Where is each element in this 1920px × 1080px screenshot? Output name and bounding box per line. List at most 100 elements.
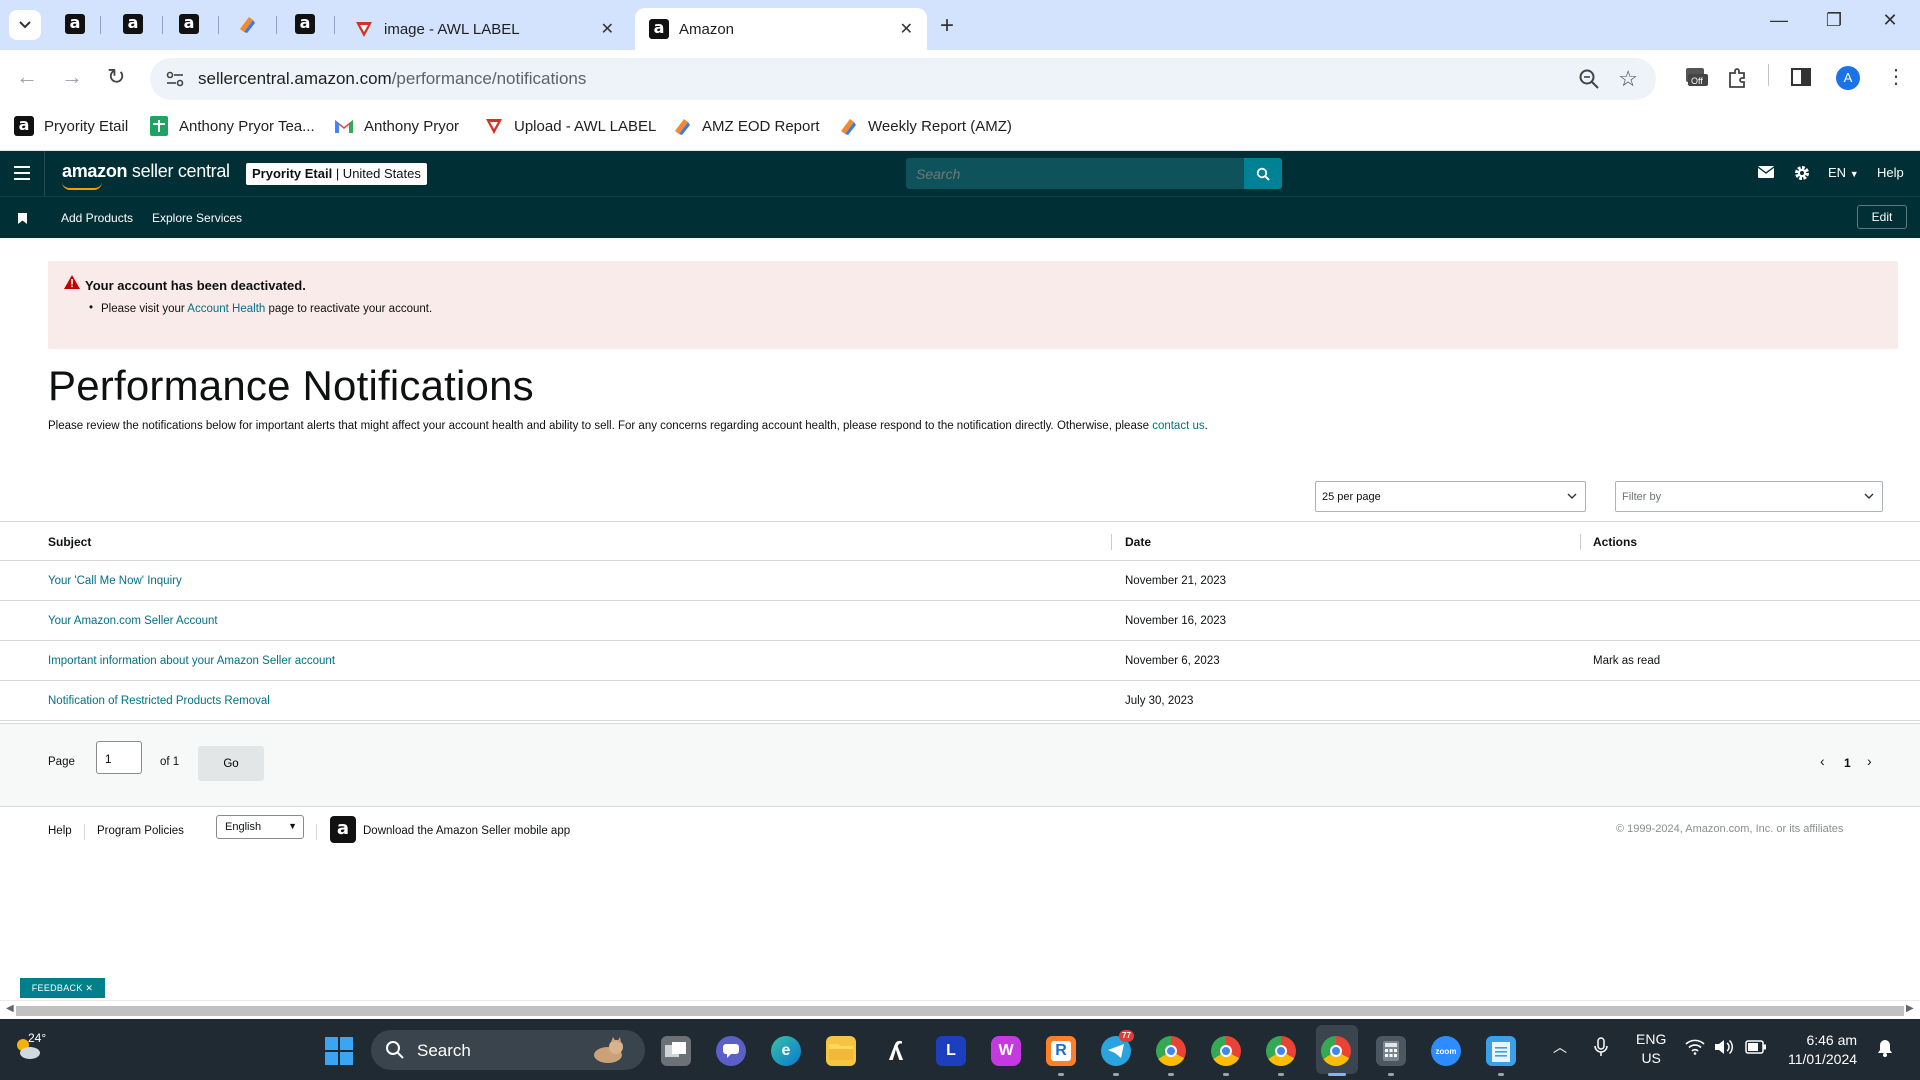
volume-icon[interactable] <box>1714 1039 1734 1058</box>
current-page-number[interactable]: 1 <box>1844 756 1851 770</box>
pinned-tab-report[interactable] <box>235 12 259 36</box>
windows-start-icon[interactable] <box>325 1037 353 1065</box>
taskbar-search[interactable]: Search <box>371 1030 645 1070</box>
scroll-right-icon[interactable]: ▶ <box>1906 1003 1914 1014</box>
show-hidden-icons-icon[interactable]: ︿ <box>1553 1037 1567 1057</box>
running-indicator <box>1388 1073 1394 1076</box>
next-page-icon[interactable]: › <box>1867 753 1872 769</box>
wifi-icon[interactable] <box>1685 1039 1705 1058</box>
profile-avatar[interactable]: A <box>1836 66 1860 90</box>
file-explorer-icon[interactable] <box>826 1036 856 1066</box>
amazon-favicon-icon: a <box>649 19 669 39</box>
bookmarks-bar: a Pryority Etail Anthony Pryor Tea... An… <box>0 108 1920 151</box>
notification-subject-link[interactable]: Your 'Call Me Now' Inquiry <box>48 575 182 587</box>
forward-icon[interactable]: → <box>61 64 83 90</box>
logo-brand: amazon <box>62 161 128 181</box>
header-search-button[interactable] <box>1244 158 1282 189</box>
horizontal-scrollbar[interactable]: ◀ ▶ <box>0 1000 1920 1019</box>
microphone-icon[interactable] <box>1594 1037 1608 1060</box>
edit-button[interactable]: Edit <box>1857 205 1907 229</box>
battery-icon[interactable] <box>1745 1040 1767 1057</box>
per-page-select[interactable]: 25 per page <box>1315 481 1586 512</box>
address-bar[interactable]: sellercentral.amazon.com/performance/not… <box>150 58 1656 100</box>
page-number-input[interactable] <box>96 741 142 774</box>
contact-us-link[interactable]: contact us <box>1152 420 1204 432</box>
edge-browser-icon[interactable]: e <box>771 1036 801 1066</box>
language-selector[interactable]: EN ▼ <box>1828 165 1859 180</box>
extensions-puzzle-icon[interactable] <box>1726 66 1750 93</box>
account-health-link[interactable]: Account Health <box>187 303 265 315</box>
bookmark-anthony-pryor-team[interactable]: Anthony Pryor Tea... <box>149 116 315 136</box>
taskbar-clock[interactable]: 6:46 am 11/01/2024 <box>1788 1031 1857 1069</box>
previous-page-icon[interactable]: ‹ <box>1820 753 1825 769</box>
feedback-button[interactable]: FEEDBACK ✕ <box>20 978 105 998</box>
program-policies-link[interactable]: Program Policies <box>97 825 184 837</box>
subnav-add-products[interactable]: Add Products <box>61 211 133 225</box>
seller-central-logo[interactable]: amazon seller central <box>62 161 230 190</box>
filter-select[interactable]: Filter by <box>1615 481 1883 512</box>
settings-gear-icon[interactable] <box>1793 164 1811 185</box>
tab-awl-label[interactable]: image - AWL LABEL ✕ <box>340 8 628 50</box>
extension-off-icon[interactable]: Off <box>1682 62 1710 93</box>
minimize-icon[interactable]: — <box>1769 10 1789 31</box>
go-button[interactable]: Go <box>198 746 264 781</box>
notion-like-app-icon[interactable]: ʎ <box>881 1036 911 1066</box>
chrome-menu-icon[interactable]: ⋮ <box>1886 64 1906 89</box>
bookmark-upload-awl-label[interactable]: Upload - AWL LABEL <box>484 116 656 136</box>
pinned-tab-amazon-4[interactable]: a <box>293 12 317 36</box>
teams-chat-icon[interactable] <box>716 1036 746 1066</box>
bookmark-weekly-report[interactable]: Weekly Report (AMZ) <box>838 116 1012 136</box>
site-settings-icon[interactable] <box>164 68 186 90</box>
hamburger-menu-icon[interactable] <box>14 166 30 184</box>
store-selector[interactable]: Pryority Etail | United States <box>246 163 427 185</box>
notification-subject-link[interactable]: Your Amazon.com Seller Account <box>48 615 218 627</box>
task-view-icon[interactable] <box>661 1036 691 1066</box>
bookmark-pryority-etail[interactable]: a Pryority Etail <box>14 116 128 136</box>
download-app-link[interactable]: Download the Amazon Seller mobile app <box>363 825 570 837</box>
footer-language-select[interactable]: English ▼ <box>216 815 304 839</box>
bookmark-icon[interactable] <box>18 212 27 227</box>
zoom-icon[interactable] <box>1578 68 1600 93</box>
pinned-tab-amazon-3[interactable]: a <box>177 12 201 36</box>
notepad-icon[interactable] <box>1486 1036 1516 1066</box>
notification-subject-link[interactable]: Notification of Restricted Products Remo… <box>48 695 270 707</box>
tab-label: image - AWL LABEL <box>384 20 520 38</box>
bookmark-anthony-pryor-gmail[interactable]: Anthony Pryor <box>334 116 459 136</box>
mail-icon[interactable] <box>1757 166 1775 181</box>
chrome-profile-1-icon[interactable] <box>1156 1036 1186 1066</box>
pinned-tab-amazon-1[interactable]: a <box>63 12 87 36</box>
notification-subject-link[interactable]: Important information about your Amazon … <box>48 655 335 667</box>
tab-close-icon[interactable]: ✕ <box>601 19 614 39</box>
new-tab-button[interactable]: + <box>940 12 954 40</box>
side-panel-icon[interactable] <box>1790 66 1812 91</box>
l-app-icon[interactable]: L <box>936 1036 966 1066</box>
input-language-indicator[interactable]: ENG US <box>1636 1030 1666 1068</box>
header-search-input[interactable] <box>906 158 1244 189</box>
zoom-app-icon[interactable]: zoom <box>1431 1036 1461 1066</box>
pinned-tab-amazon-2[interactable]: a <box>121 12 145 36</box>
back-icon[interactable]: ← <box>16 64 38 90</box>
close-window-icon[interactable]: ✕ <box>1880 10 1900 31</box>
footer-help-link[interactable]: Help <box>48 825 72 837</box>
header-help-link[interactable]: Help <box>1877 165 1904 180</box>
chrome-profile-2-icon[interactable] <box>1211 1036 1241 1066</box>
r-app-icon[interactable]: R <box>1046 1036 1076 1066</box>
mark-as-read-link[interactable]: Mark as read <box>1593 655 1660 667</box>
bookmark-amz-eod-report[interactable]: AMZ EOD Report <box>672 116 820 136</box>
scroll-left-icon[interactable]: ◀ <box>6 1003 14 1014</box>
tab-search-button[interactable] <box>9 10 41 40</box>
tab-close-icon[interactable]: ✕ <box>900 19 913 39</box>
restore-icon[interactable]: ❐ <box>1824 10 1844 31</box>
telegram-icon[interactable]: 77 <box>1101 1030 1134 1066</box>
chrome-profile-3-icon[interactable] <box>1266 1036 1296 1066</box>
notification-bell-icon[interactable] <box>1877 1039 1893 1060</box>
calculator-icon[interactable] <box>1376 1036 1406 1066</box>
reload-icon[interactable]: ↻ <box>107 64 125 90</box>
scrollbar-thumb[interactable] <box>16 1006 1904 1016</box>
subnav-explore-services[interactable]: Explore Services <box>152 211 242 225</box>
running-indicator <box>1223 1073 1229 1076</box>
chrome-active-icon[interactable] <box>1321 1036 1351 1066</box>
bookmark-star-icon[interactable]: ☆ <box>1618 66 1638 92</box>
tab-amazon[interactable]: a Amazon ✕ <box>635 8 927 50</box>
wps-office-icon[interactable]: W <box>991 1036 1021 1066</box>
